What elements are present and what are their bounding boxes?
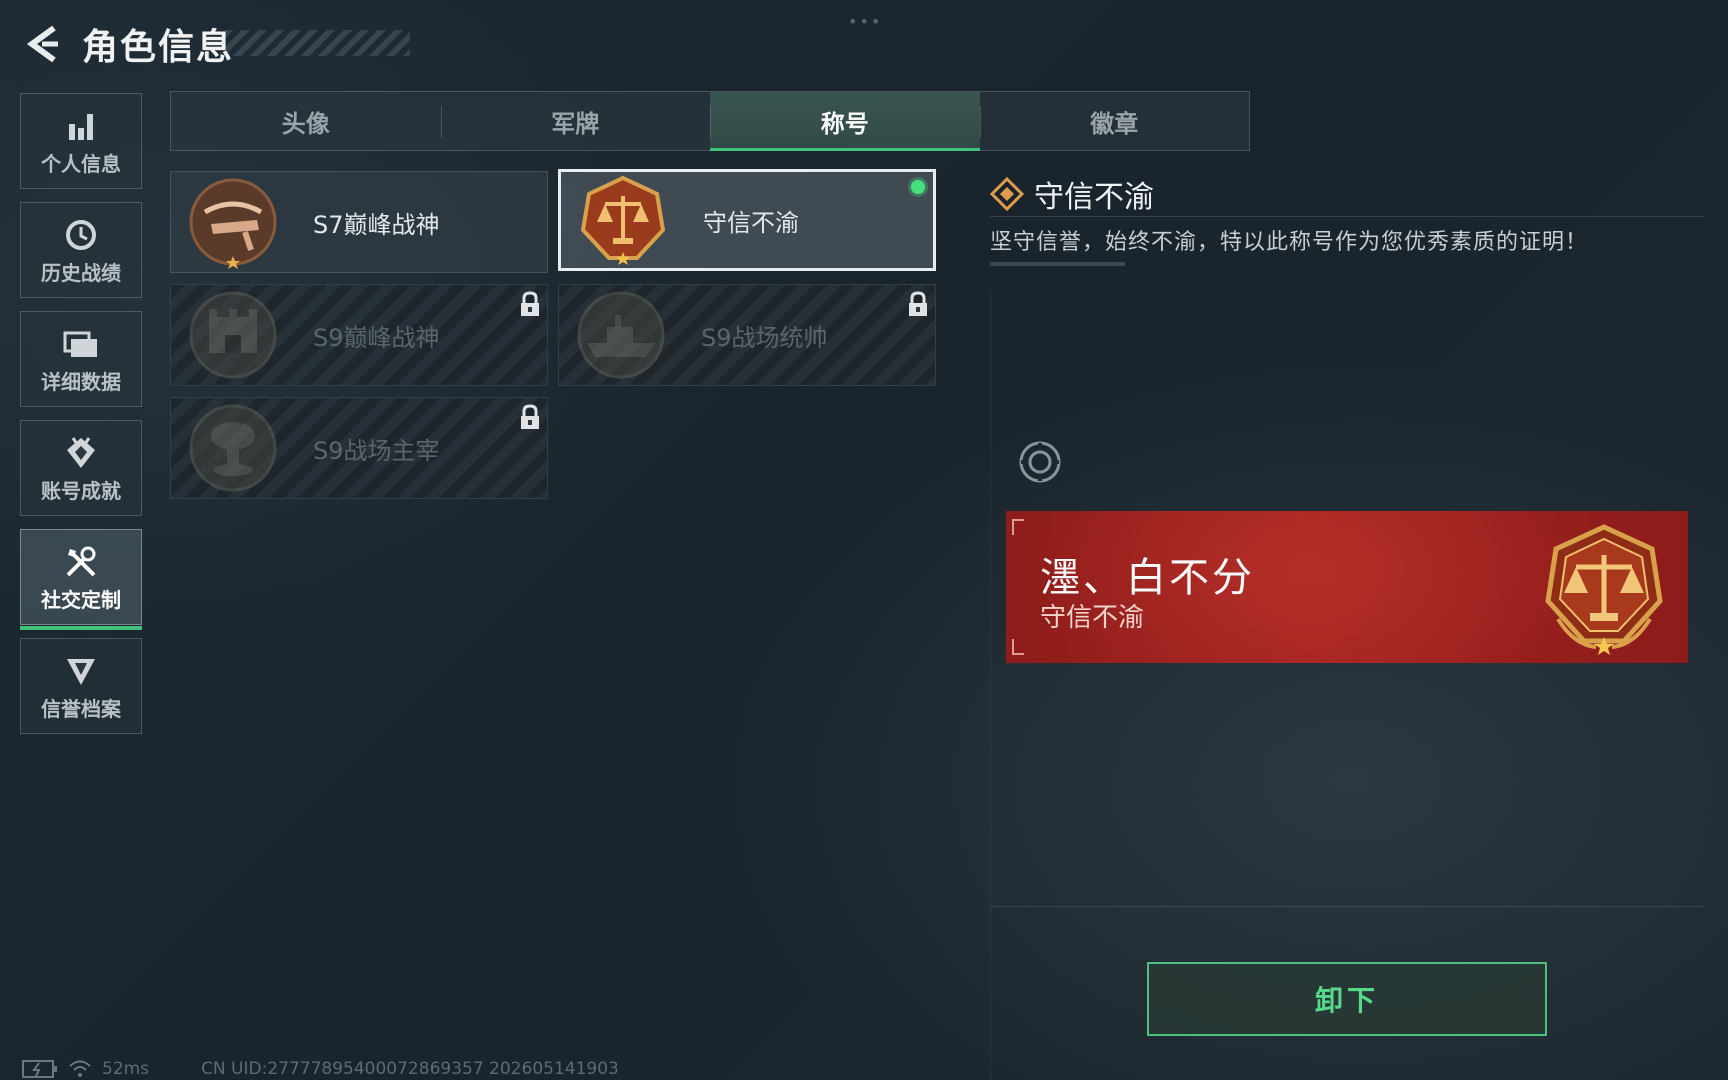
tab-dog-tag[interactable]: 军牌 [440, 92, 711, 150]
mushroom-cloud-emblem-icon [183, 398, 283, 498]
detail-description: 坚守信誉，始终不渝，特以此称号作为您优秀素质的证明！ [990, 230, 1589, 255]
rotate-view-icon[interactable] [1018, 440, 1062, 488]
title-name: S9巅峰战神 [313, 323, 440, 352]
unequip-button-label: 卸下 [1314, 984, 1379, 1017]
title-name: S9战场主宰 [313, 436, 440, 465]
tab-badge[interactable]: 徽章 [979, 92, 1250, 150]
wifi-icon [69, 1060, 91, 1077]
lock-icon [907, 291, 929, 321]
ping-value: 52ms [102, 1059, 150, 1079]
unequip-button[interactable]: 卸下 [1147, 962, 1547, 1036]
preview-player-name: 濹、白不分 [1040, 555, 1255, 601]
title-card-locked[interactable]: S9战场主宰 [170, 397, 548, 499]
equipped-indicator [911, 180, 925, 194]
category-tabs: 头像 军牌 称号 徽章 [170, 91, 1250, 151]
description-divider [990, 262, 1125, 266]
divider [990, 216, 1705, 217]
sidebar-item-detailed-data[interactable]: 详细数据 [20, 311, 142, 407]
sidebar-item-personal-info[interactable]: 个人信息 [20, 93, 142, 189]
title-card-locked[interactable]: S9巅峰战神 [170, 284, 548, 386]
tab-avatar[interactable]: 头像 [171, 92, 441, 150]
sidebar-item-social-custom[interactable]: 社交定制 [20, 529, 142, 630]
title-name: S9战场统帅 [701, 323, 828, 352]
crossbow-emblem-icon [183, 172, 283, 272]
status-footer: 52ms CN UID:27777895400072869357 2026051… [22, 1058, 619, 1080]
clock-icon [64, 215, 98, 255]
tools-icon [64, 542, 98, 582]
bar-chart-icon [65, 106, 97, 146]
decor-dots: ••• [848, 12, 883, 31]
title-preview-banner: 濹、白不分 守信不渝 [1006, 511, 1688, 663]
sidebar-item-label: 信誉档案 [41, 696, 121, 721]
scales-emblem-icon [1534, 519, 1674, 659]
scales-emblem-icon [573, 170, 673, 270]
title-card[interactable]: S7巅峰战神 [170, 171, 548, 273]
title-name: 守信不渝 [703, 208, 799, 237]
sidebar-item-label: 社交定制 [41, 587, 121, 612]
page-header: 角色信息 [22, 20, 234, 68]
divider [990, 906, 1705, 907]
sidebar-item-credit-profile[interactable]: 信誉档案 [20, 638, 142, 734]
sidebar-item-label: 个人信息 [41, 151, 121, 176]
warship-emblem-icon [571, 285, 671, 385]
sidebar: 个人信息 历史战绩 详细数据 账号成就 社交定制 信誉档案 [20, 93, 144, 747]
fortress-emblem-icon [183, 285, 283, 385]
lock-icon [519, 291, 541, 321]
folder-icon [63, 324, 99, 364]
sidebar-item-achievements[interactable]: 账号成就 [20, 420, 142, 516]
battery-icon [22, 1060, 57, 1078]
back-button[interactable] [22, 22, 62, 66]
sidebar-item-label: 详细数据 [41, 369, 121, 394]
title-card-selected[interactable]: 守信不渝 [558, 169, 936, 271]
preview-title: 守信不渝 [1040, 603, 1145, 633]
banner-corner [1012, 639, 1024, 655]
achievement-icon [65, 433, 97, 473]
sidebar-item-label: 历史战绩 [41, 260, 121, 285]
banner-corner [1012, 519, 1024, 535]
title-name: S7巅峰战神 [313, 210, 440, 239]
detail-title-name: 守信不渝 [1034, 180, 1154, 215]
sidebar-item-label: 账号成就 [41, 478, 121, 503]
lock-icon [519, 404, 541, 434]
tab-title[interactable]: 称号 [710, 92, 980, 151]
credit-shield-icon [65, 651, 97, 691]
user-uid: CN UID:27777895400072869357 202605141903 [201, 1059, 619, 1079]
back-arrow-icon [26, 25, 58, 63]
sidebar-item-history[interactable]: 历史战绩 [20, 202, 142, 298]
diamond-bullet-icon [990, 177, 1024, 211]
page-title: 角色信息 [82, 27, 235, 68]
title-card-locked[interactable]: S9战场统帅 [558, 284, 936, 386]
title-stripes-decor [225, 30, 410, 56]
detail-header: 守信不渝 [990, 172, 1154, 216]
